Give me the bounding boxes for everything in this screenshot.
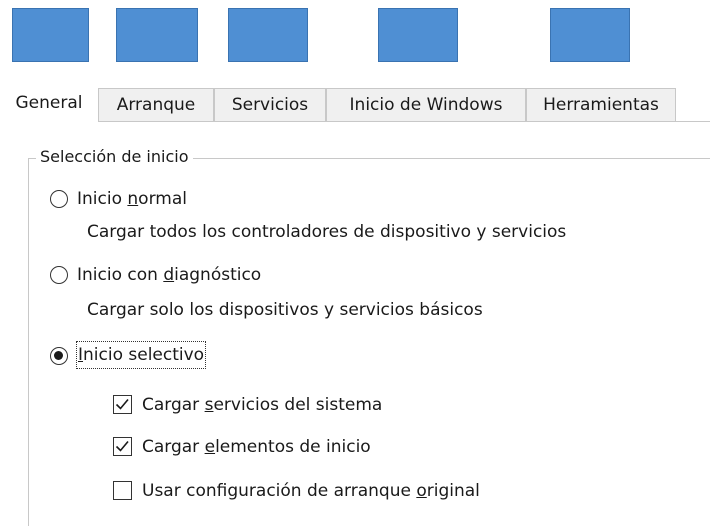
description-inicio-normal: Cargar todos los controladores de dispos… [87, 222, 567, 242]
tab-icon-herramientas [550, 8, 630, 62]
label-accelerator: o [416, 481, 427, 501]
radio-inicio-normal[interactable] [50, 190, 68, 208]
tab-inicio-windows[interactable]: Inicio de Windows [326, 88, 526, 121]
label-usar-configuracion-original[interactable]: Usar configuración de arranque original [142, 479, 480, 503]
label-text-post: riginal [426, 481, 480, 501]
label-cargar-elementos[interactable]: Cargar elementos de inicio [142, 435, 371, 459]
groupbox-title: Selección de inicio [36, 146, 193, 168]
checkmark-icon [115, 440, 129, 452]
tab-icon-inicio-windows [378, 8, 458, 62]
tab-servicios[interactable]: Servicios [214, 88, 326, 121]
checkmark-icon [115, 398, 129, 410]
tab-arranque[interactable]: Arranque [98, 88, 214, 121]
label-text-pre: Cargar [142, 395, 205, 415]
label-accelerator: d [163, 265, 175, 285]
radio-inicio-selectivo[interactable] [50, 347, 68, 365]
groupbox-border-left [28, 158, 29, 526]
label-accelerator: n [127, 189, 139, 209]
tab-icon-servicios [228, 8, 308, 62]
label-accelerator: e [204, 437, 216, 457]
checkbox-usar-configuracion-original[interactable] [113, 481, 132, 500]
checkbox-cargar-elementos[interactable] [113, 437, 132, 456]
tab-general[interactable]: General [0, 82, 98, 122]
label-cargar-servicios[interactable]: Cargar servicios del sistema [142, 393, 382, 417]
label-text-pre: Inicio [77, 189, 128, 209]
label-text-post: lementos de inicio [215, 437, 371, 457]
label-text-post: iagnóstico [174, 265, 262, 285]
label-inicio-diagnostico[interactable]: Inicio con diagnóstico [77, 263, 261, 287]
label-text-post: ervicios del sistema [213, 395, 383, 415]
label-text-pre: Inicio con [77, 265, 164, 285]
label-text-post: nicio selectivo [83, 345, 205, 365]
tab-herramientas[interactable]: Herramientas [526, 88, 676, 121]
label-text-post: ormal [138, 189, 187, 209]
label-inicio-selectivo[interactable]: Inicio selectivo [75, 341, 207, 369]
radio-inicio-diagnostico[interactable] [50, 266, 68, 284]
label-text-pre: Usar configuración de arranque [142, 481, 417, 501]
description-inicio-diagnostico: Cargar solo los dispositivos y servicios… [87, 300, 483, 320]
tab-icon-general [12, 8, 89, 62]
label-text-pre: Cargar [142, 437, 205, 457]
label-inicio-normal[interactable]: Inicio normal [77, 187, 187, 211]
tab-icon-arranque [116, 8, 198, 62]
checkbox-cargar-servicios[interactable] [113, 395, 132, 414]
